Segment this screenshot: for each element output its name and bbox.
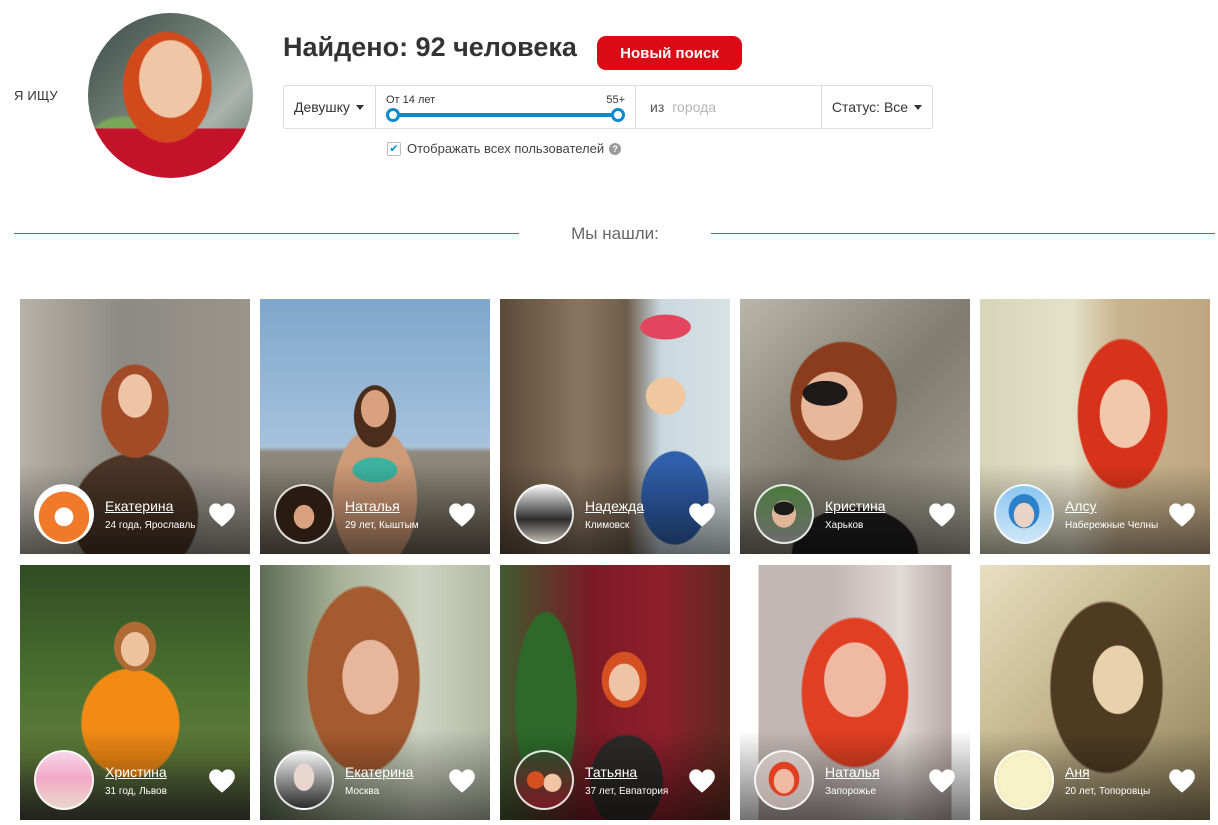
divider-left (14, 233, 519, 234)
heart-icon[interactable] (928, 768, 956, 794)
card-name-link[interactable]: Татьяна (585, 764, 637, 780)
card-name-link[interactable]: Кристина (825, 498, 886, 514)
card-name-link[interactable]: Алсу (1065, 498, 1097, 514)
age-max-label: 55+ (606, 94, 625, 106)
heart-icon[interactable] (448, 768, 476, 794)
search-filter-bar: Девушку От 14 лет 55+ из Статус: Все (283, 85, 933, 129)
card-name-link[interactable]: Надежда (585, 498, 644, 514)
card-avatar[interactable] (34, 484, 94, 544)
show-all-checkbox[interactable]: ✔ (387, 141, 401, 156)
heart-icon[interactable] (208, 502, 236, 528)
caret-down-icon (355, 104, 364, 110)
card-avatar[interactable] (274, 484, 334, 544)
card-meta: 20 лет, Топоровцы (1065, 786, 1151, 797)
card-name-link[interactable]: Аня (1065, 764, 1090, 780)
new-search-button[interactable]: Новый поиск (597, 36, 742, 70)
card-meta: 24 года, Ярославль (105, 520, 196, 531)
card-name-link[interactable]: Наталья (825, 764, 880, 780)
card-avatar[interactable] (34, 750, 94, 810)
heart-icon[interactable] (1168, 768, 1196, 794)
card-name-link[interactable]: Екатерина (105, 498, 173, 514)
card-avatar[interactable] (754, 750, 814, 810)
found-count-title: Найдено: 92 человека (283, 32, 577, 62)
age-max-handle[interactable] (611, 108, 625, 122)
card-meta: 37 лет, Евпатория (585, 786, 669, 797)
help-icon[interactable]: ? (609, 142, 622, 155)
gender-value: Девушку (294, 99, 350, 115)
age-range-track (393, 113, 618, 117)
heart-icon[interactable] (688, 502, 716, 528)
card-meta: Набережные Челны (1065, 520, 1159, 531)
profile-card[interactable]: Христина 31 год, Львов (20, 565, 250, 820)
seek-label: Я ИЩУ (14, 88, 58, 103)
card-meta: Климовск (585, 520, 630, 531)
card-avatar[interactable] (514, 484, 574, 544)
divider-right (711, 233, 1215, 234)
show-all-label: Отображать всех пользователей (407, 141, 605, 156)
card-meta: 29 лет, Кыштым (345, 520, 419, 531)
heart-icon[interactable] (928, 502, 956, 528)
profile-card[interactable]: Екатерина 24 года, Ярославль (20, 299, 250, 554)
card-avatar[interactable] (754, 484, 814, 544)
profile-card[interactable]: Наталья 29 лет, Кыштым (260, 299, 490, 554)
check-icon: ✔ (389, 143, 399, 155)
show-all-users-option: ✔ Отображать всех пользователей ? (387, 141, 622, 156)
age-min-handle[interactable] (386, 108, 400, 122)
gender-select[interactable]: Девушку (284, 86, 376, 128)
card-name-link[interactable]: Христина (105, 764, 167, 780)
heart-icon[interactable] (1168, 502, 1196, 528)
profile-card[interactable]: Надежда Климовск (500, 299, 730, 554)
profile-card[interactable]: Екатерина Москва (260, 565, 490, 820)
results-heading: Мы нашли: (571, 224, 659, 243)
profile-card[interactable]: Аня 20 лет, Топоровцы (980, 565, 1210, 820)
profile-card[interactable]: Алсу Набережные Челны (980, 299, 1210, 554)
age-range-slider[interactable]: От 14 лет 55+ (376, 86, 636, 128)
city-input[interactable] (672, 99, 813, 115)
status-select[interactable]: Статус: Все (822, 86, 932, 128)
heart-icon[interactable] (208, 768, 236, 794)
age-min-label: От 14 лет (386, 94, 436, 106)
status-value: Статус: Все (831, 99, 909, 115)
card-meta: 31 год, Львов (105, 786, 167, 797)
card-avatar[interactable] (274, 750, 334, 810)
card-name-link[interactable]: Наталья (345, 498, 400, 514)
profile-card[interactable]: Кристина Харьков (740, 299, 970, 554)
card-avatar[interactable] (994, 750, 1054, 810)
user-avatar[interactable] (88, 13, 253, 178)
card-avatar[interactable] (514, 750, 574, 810)
card-name-link[interactable]: Екатерина (345, 764, 413, 780)
profile-card[interactable]: Татьяна 37 лет, Евпатория (500, 565, 730, 820)
card-meta: Харьков (825, 520, 864, 531)
heart-icon[interactable] (448, 502, 476, 528)
profile-card[interactable]: Наталья Запорожье (740, 565, 970, 820)
heart-icon[interactable] (688, 768, 716, 794)
card-meta: Запорожье (825, 786, 877, 797)
city-field: из (636, 86, 822, 128)
card-avatar[interactable] (994, 484, 1054, 544)
city-prefix: из (650, 99, 665, 115)
caret-down-icon (914, 104, 923, 110)
card-meta: Москва (345, 786, 380, 797)
